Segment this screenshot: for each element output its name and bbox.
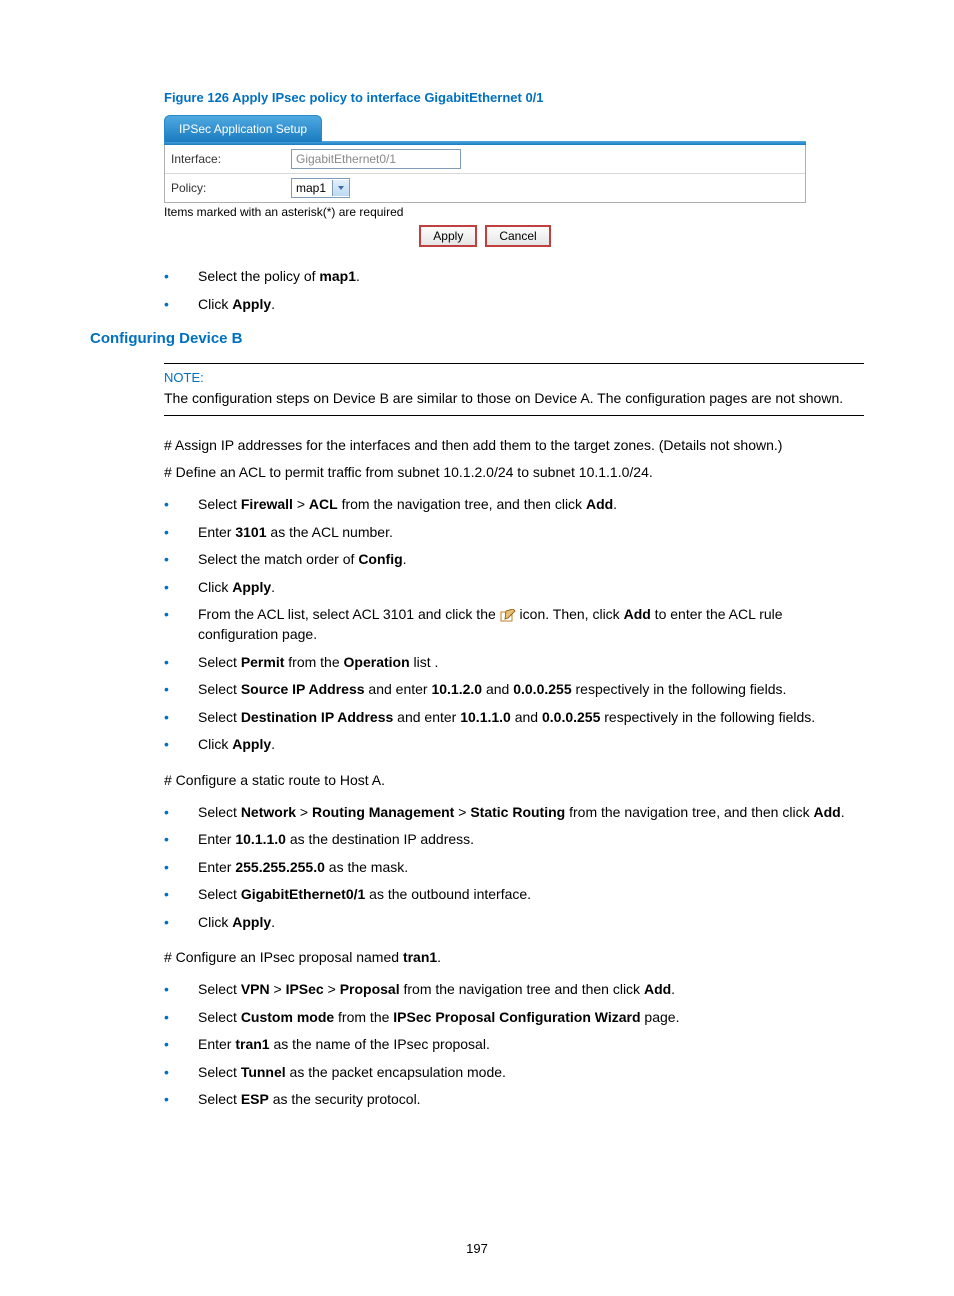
list-item: Select Source IP Address and enter 10.1.… <box>164 680 864 700</box>
chevron-down-icon <box>332 180 349 196</box>
note-text: The configuration steps on Device B are … <box>164 389 864 409</box>
edit-icon <box>500 609 516 623</box>
list-item: Select Firewall > ACL from the navigatio… <box>164 495 864 515</box>
body-text: # Configure a static route to Host A. <box>164 771 864 791</box>
list-item: Select the policy of map1. <box>164 267 864 287</box>
body-text: # Configure an IPsec proposal named tran… <box>164 948 864 968</box>
list-item: Select ESP as the security protocol. <box>164 1090 864 1110</box>
page-number: 197 <box>0 1241 954 1256</box>
list-item: Click Apply. <box>164 578 864 598</box>
figure-caption: Figure 126 Apply IPsec policy to interfa… <box>164 90 864 105</box>
ipsec-figure: IPSec Application Setup Interface: Gigab… <box>164 115 864 247</box>
list-item: Select Network > Routing Management > St… <box>164 803 864 823</box>
section-heading: Configuring Device B <box>90 330 864 347</box>
list-item: Select Custom mode from the IPSec Propos… <box>164 1008 864 1028</box>
instruction-list-b: Select Firewall > ACL from the navigatio… <box>164 495 864 755</box>
note-block: NOTE: The configuration steps on Device … <box>164 363 864 416</box>
interface-label: Interface: <box>171 152 291 166</box>
policy-label: Policy: <box>171 181 291 195</box>
list-item: Click Apply. <box>164 913 864 933</box>
asterisk-note: Items marked with an asterisk(*) are req… <box>164 205 864 219</box>
instruction-list-a: Select the policy of map1. Click Apply. <box>164 267 864 314</box>
list-item: Click Apply. <box>164 735 864 755</box>
list-item: Enter tran1 as the name of the IPsec pro… <box>164 1035 864 1055</box>
list-item: From the ACL list, select ACL 3101 and c… <box>164 605 864 644</box>
list-item: Select GigabitEthernet0/1 as the outboun… <box>164 885 864 905</box>
interface-input[interactable]: GigabitEthernet0/1 <box>291 149 461 169</box>
list-item: Select Permit from the Operation list . <box>164 653 864 673</box>
policy-select[interactable]: map1 <box>291 178 350 198</box>
list-item: Click Apply. <box>164 295 864 315</box>
body-text: # Define an ACL to permit traffic from s… <box>164 463 864 483</box>
list-item: Select VPN > IPSec > Proposal from the n… <box>164 980 864 1000</box>
note-title: NOTE: <box>164 370 864 385</box>
body-text: # Assign IP addresses for the interfaces… <box>164 436 864 456</box>
list-item: Select the match order of Config. <box>164 550 864 570</box>
form-area: Interface: GigabitEthernet0/1 Policy: ma… <box>164 145 806 203</box>
list-item: Enter 255.255.255.0 as the mask. <box>164 858 864 878</box>
list-item: Enter 3101 as the ACL number. <box>164 523 864 543</box>
apply-button[interactable]: Apply <box>419 225 477 247</box>
instruction-list-d: Select VPN > IPSec > Proposal from the n… <box>164 980 864 1110</box>
instruction-list-c: Select Network > Routing Management > St… <box>164 803 864 933</box>
list-item: Enter 10.1.1.0 as the destination IP add… <box>164 830 864 850</box>
cancel-button[interactable]: Cancel <box>485 225 550 247</box>
list-item: Select Destination IP Address and enter … <box>164 708 864 728</box>
ipsec-tab[interactable]: IPSec Application Setup <box>164 115 322 142</box>
list-item: Select Tunnel as the packet encapsulatio… <box>164 1063 864 1083</box>
policy-select-value: map1 <box>292 181 332 195</box>
